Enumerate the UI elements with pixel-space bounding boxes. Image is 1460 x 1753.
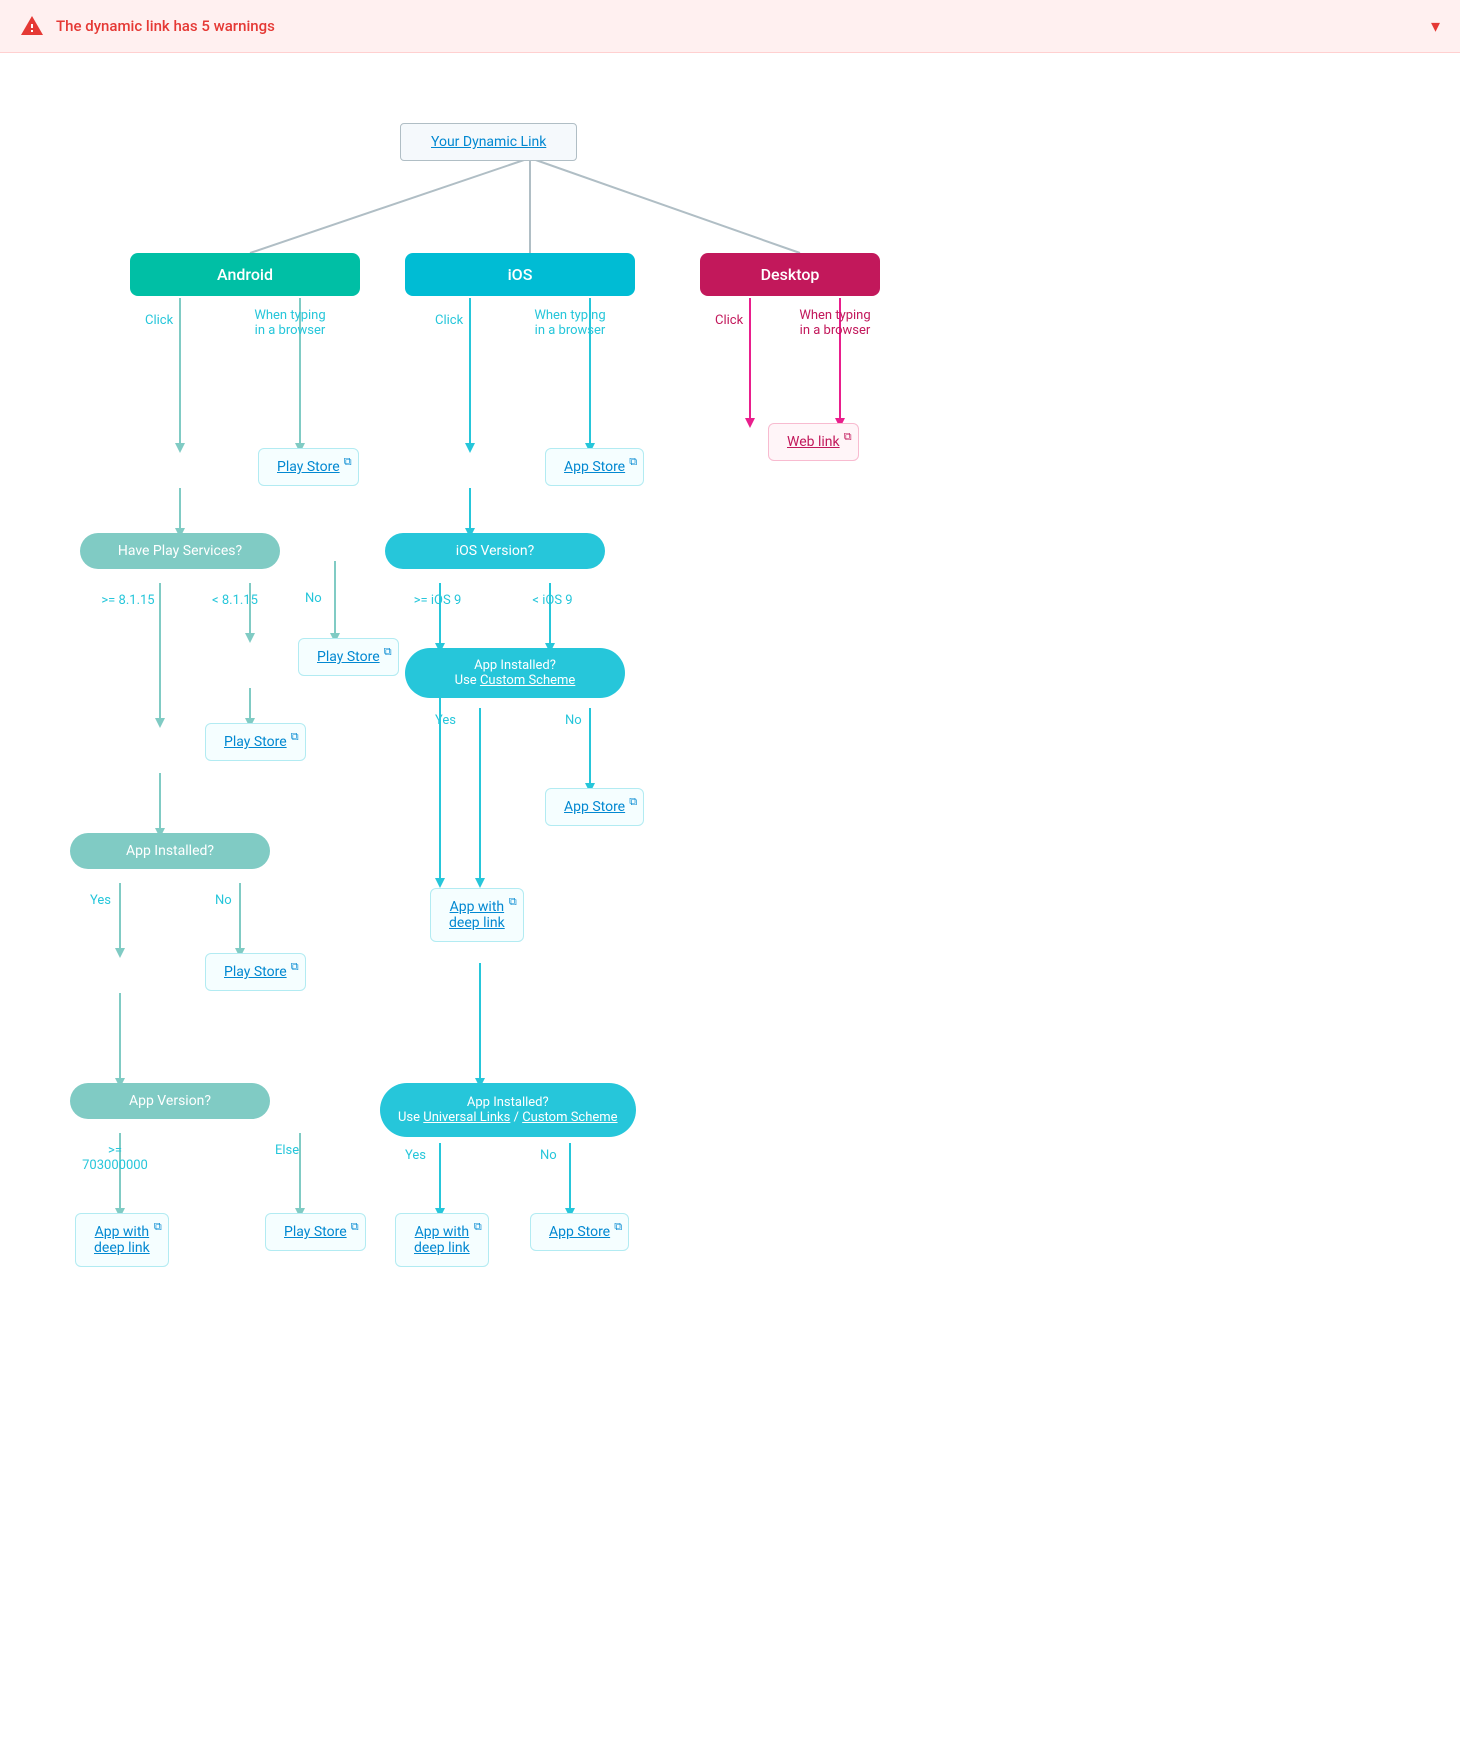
android-deep-link[interactable]: App withdeep link: [75, 1213, 169, 1267]
no-play-services-label: No: [305, 591, 322, 606]
warning-chevron[interactable]: ▾: [1431, 16, 1440, 37]
ios-typing-text: When typingin a browser: [534, 308, 605, 338]
desktop-click-text: Click: [715, 313, 743, 328]
desktop-weblink-label[interactable]: Web link: [768, 423, 859, 461]
app-version-label: App Version?: [70, 1083, 270, 1119]
android-typing-text: When typingin a browser: [254, 308, 325, 338]
ios-appstore-2-label[interactable]: App Store: [545, 788, 644, 826]
app-installed-universal-label: App Installed?Use Universal Links / Cust…: [380, 1083, 636, 1137]
android-deep-link-label[interactable]: App withdeep link: [75, 1213, 169, 1267]
app-version: App Version?: [70, 1083, 270, 1119]
warning-banner: The dynamic link has 5 warnings ▾: [0, 0, 1460, 53]
yes-installed-android-label: Yes: [90, 893, 111, 908]
no-installed-android-label: No: [215, 893, 232, 908]
android-playstore-1-label[interactable]: Play Store: [258, 448, 359, 486]
desktop-typing-text: When typingin a browser: [799, 308, 870, 338]
android-playstore-5-label[interactable]: Play Store: [265, 1213, 366, 1251]
desktop-platform: Desktop: [700, 253, 880, 296]
android-playstore-3[interactable]: Play Store: [205, 723, 306, 761]
diagram-container: Your Dynamic Link Android Click When typ…: [0, 53, 1460, 1753]
connectors-svg: [20, 93, 1440, 1713]
ios-appstore-1-label[interactable]: App Store: [545, 448, 644, 486]
desktop-typing-label: When typingin a browser: [790, 308, 880, 338]
yes-universal-label: Yes: [405, 1148, 426, 1163]
android-click-label: Click: [145, 313, 173, 328]
android-platform: Android: [130, 253, 360, 296]
ios-deep-link-1[interactable]: App withdeep link: [430, 888, 524, 942]
desktop-weblink[interactable]: Web link: [768, 423, 859, 461]
android-typing-label: When typingin a browser: [245, 308, 335, 338]
android-label: Android: [130, 253, 360, 296]
no-universal-label: No: [540, 1148, 557, 1163]
ios-label: iOS: [405, 253, 635, 296]
ios-version: iOS Version?: [385, 533, 605, 569]
app-installed-custom-label: App Installed?Use Custom Scheme: [405, 648, 625, 698]
lt-8115-label: < 8.1.15: [205, 593, 265, 608]
ios-click-label: Click: [435, 313, 463, 328]
gte-8115-label: >= 8.1.15: [98, 593, 158, 608]
ios-appstore-2[interactable]: App Store: [545, 788, 644, 826]
have-play-services-label: Have Play Services?: [80, 533, 280, 569]
app-installed-custom: App Installed?Use Custom Scheme: [405, 648, 625, 698]
root-node[interactable]: Your Dynamic Link: [400, 123, 577, 161]
ios-version-label: iOS Version?: [385, 533, 605, 569]
desktop-label: Desktop: [700, 253, 880, 296]
gte-703-label: >= 703000000: [75, 1143, 155, 1173]
gte-ios9-label: >= iOS 9: [405, 593, 470, 608]
have-play-services: Have Play Services?: [80, 533, 280, 569]
diagram-absolute: Your Dynamic Link Android Click When typ…: [20, 93, 1440, 1713]
ios-appstore-3[interactable]: App Store: [530, 1213, 629, 1251]
no-custom-label: No: [565, 713, 582, 728]
android-playstore-2[interactable]: Play Store: [298, 638, 399, 676]
ios-deep-link-2[interactable]: App withdeep link: [395, 1213, 489, 1267]
warning-icon: [20, 14, 44, 38]
android-playstore-2-label[interactable]: Play Store: [298, 638, 399, 676]
yes-custom-label: Yes: [435, 713, 456, 728]
android-playstore-1[interactable]: Play Store: [258, 448, 359, 486]
android-click-text: Click: [145, 313, 173, 328]
desktop-click-label: Click: [715, 313, 743, 328]
ios-deep-link-1-label[interactable]: App withdeep link: [430, 888, 524, 942]
ios-appstore-1[interactable]: App Store: [545, 448, 644, 486]
app-installed-universal: App Installed?Use Universal Links / Cust…: [380, 1083, 636, 1137]
else-label: Else: [275, 1143, 299, 1158]
ios-deep-link-2-label[interactable]: App withdeep link: [395, 1213, 489, 1267]
ios-click-text: Click: [435, 313, 463, 328]
ios-typing-label: When typingin a browser: [525, 308, 615, 338]
root-node-label[interactable]: Your Dynamic Link: [400, 123, 577, 161]
app-installed-android-label: App Installed?: [70, 833, 270, 869]
app-installed-android: App Installed?: [70, 833, 270, 869]
warning-text: The dynamic link has 5 warnings: [56, 17, 275, 35]
android-playstore-4[interactable]: Play Store: [205, 953, 306, 991]
android-playstore-3-label[interactable]: Play Store: [205, 723, 306, 761]
ios-platform: iOS: [405, 253, 635, 296]
warning-left: The dynamic link has 5 warnings: [20, 14, 275, 38]
lt-ios9-label: < iOS 9: [520, 593, 585, 608]
ios-appstore-3-label[interactable]: App Store: [530, 1213, 629, 1251]
android-playstore-4-label[interactable]: Play Store: [205, 953, 306, 991]
android-playstore-5[interactable]: Play Store: [265, 1213, 366, 1251]
